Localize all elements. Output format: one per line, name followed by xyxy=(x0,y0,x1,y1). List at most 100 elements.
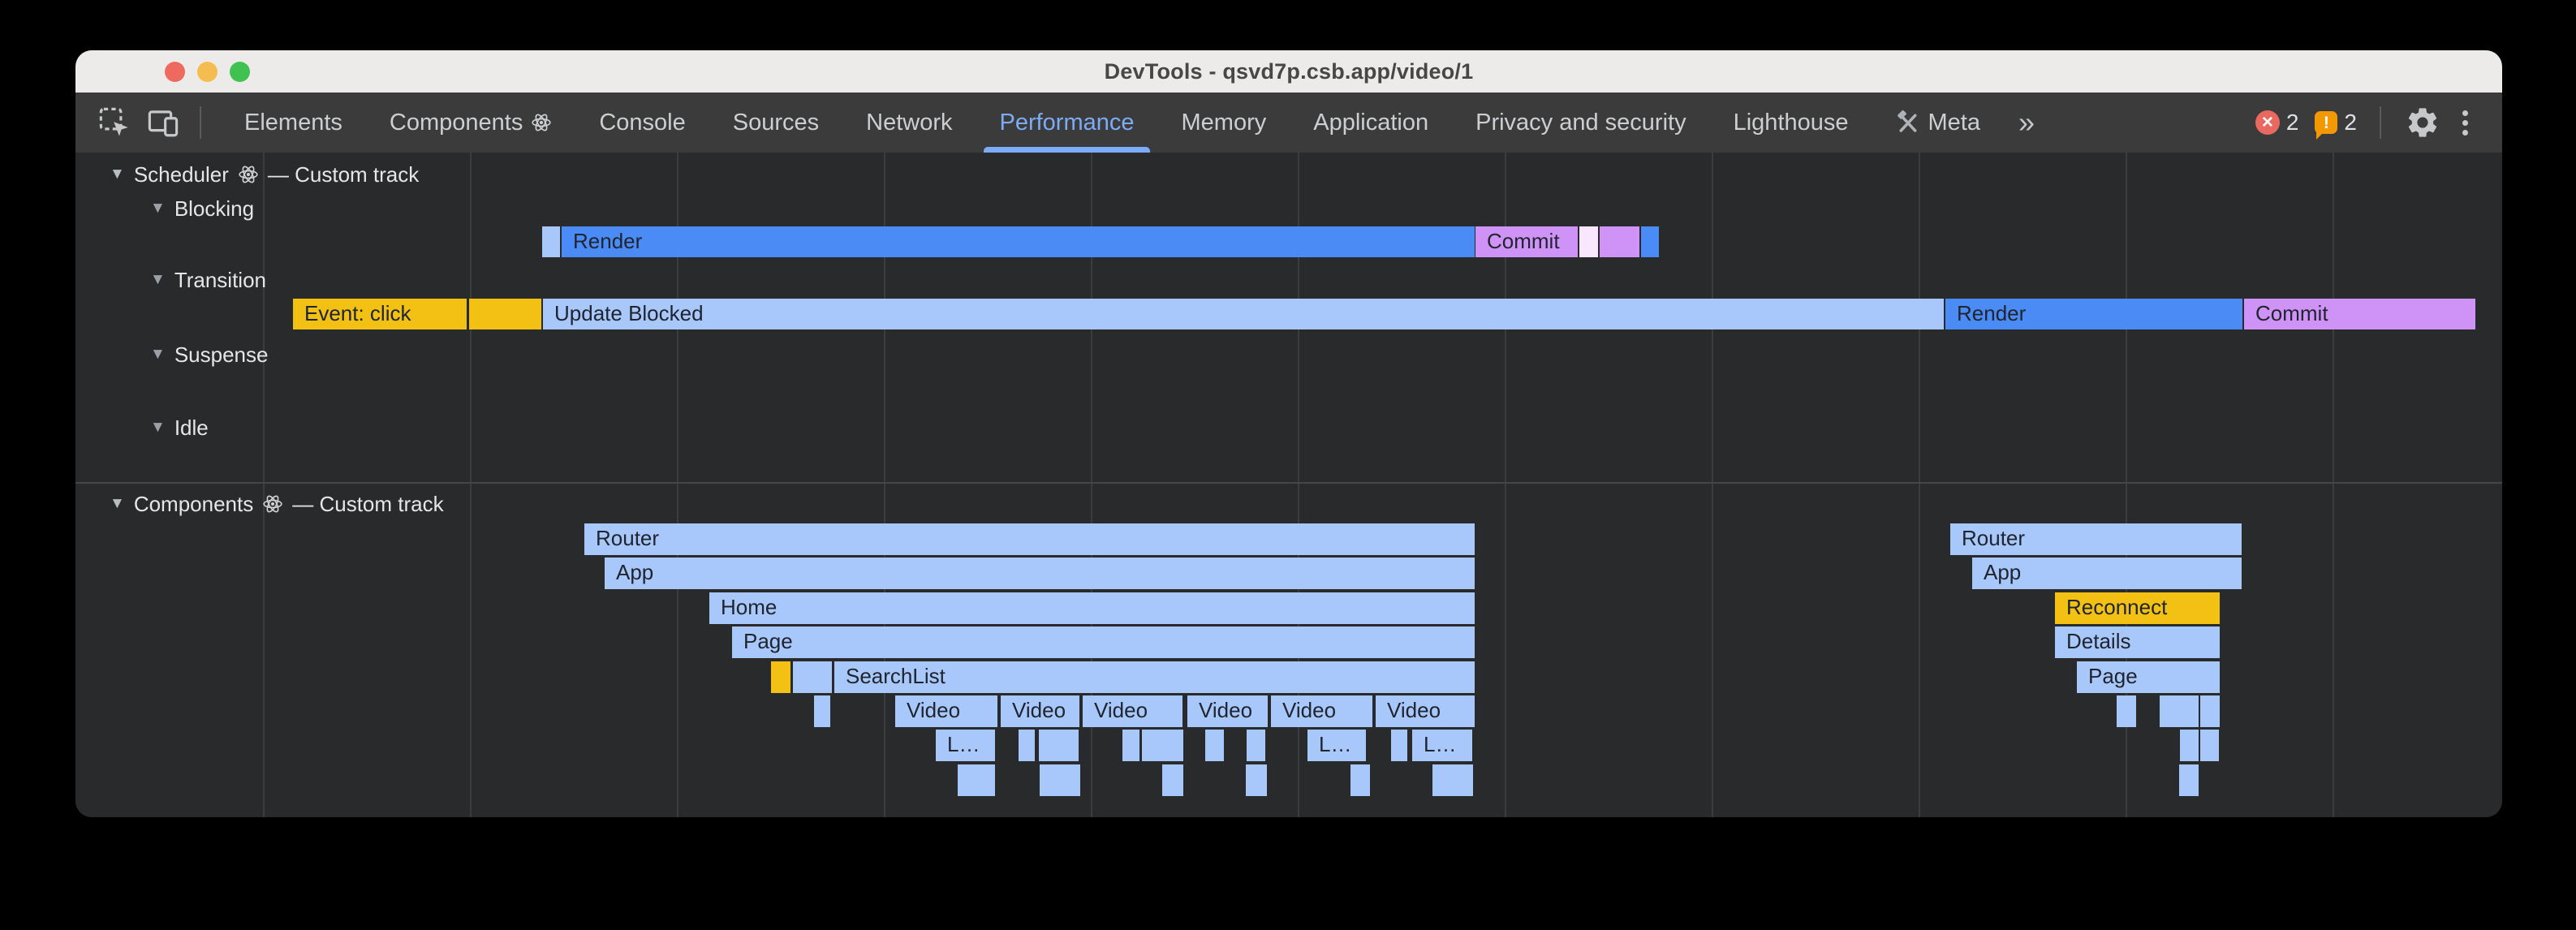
toolbar-separator xyxy=(200,106,201,139)
subtrack-blocking[interactable]: ▼Blocking xyxy=(150,192,254,225)
device-toolbar-icon[interactable] xyxy=(144,104,182,141)
perf-bar[interactable] xyxy=(1205,730,1224,761)
gridline xyxy=(1712,153,1713,817)
tab-console[interactable]: Console xyxy=(575,93,709,153)
perf-bar[interactable] xyxy=(1579,226,1598,257)
tab-performance[interactable]: Performance xyxy=(976,93,1157,153)
perf-bar-video[interactable]: Video xyxy=(1187,695,1268,727)
perf-bar-video[interactable]: Video xyxy=(1271,695,1372,727)
perf-bar-page[interactable]: Page xyxy=(732,626,1475,658)
perf-bar-video[interactable]: Video xyxy=(895,695,997,727)
perf-bar[interactable] xyxy=(2180,730,2199,761)
perf-bar[interactable] xyxy=(2200,695,2220,727)
track-suffix: — Custom track xyxy=(268,162,419,187)
close-window-button[interactable] xyxy=(165,62,185,82)
toolbar-left-icons xyxy=(96,93,221,153)
perf-bar[interactable] xyxy=(793,661,832,693)
tab-application[interactable]: Application xyxy=(1290,93,1452,153)
disclosure-triangle-icon[interactable]: ▼ xyxy=(150,271,166,289)
perf-bar[interactable] xyxy=(771,661,790,693)
disclosure-triangle-icon[interactable]: ▼ xyxy=(110,166,125,183)
performance-timeline[interactable]: ▼Scheduler— Custom track▼Blocking▼Transi… xyxy=(75,153,2502,817)
tab-meta[interactable]: Meta xyxy=(1872,93,2004,153)
subtrack-idle[interactable]: ▼Idle xyxy=(150,411,209,444)
perf-bar-details[interactable]: Details xyxy=(2055,626,2220,658)
perf-bar[interactable] xyxy=(1122,730,1139,761)
disclosure-triangle-icon[interactable]: ▼ xyxy=(150,419,166,437)
tab-memory[interactable]: Memory xyxy=(1158,93,1290,153)
traffic-lights xyxy=(165,50,250,93)
perf-bar-commit[interactable]: Commit xyxy=(1475,226,1578,257)
perf-bar-reconnect[interactable]: Reconnect xyxy=(2055,592,2220,624)
toolbar-separator xyxy=(2380,106,2381,139)
warning-count: 2 xyxy=(2344,110,2357,136)
more-tabs-button[interactable]: » xyxy=(2004,93,2049,153)
perf-bar-home[interactable]: Home xyxy=(709,592,1475,624)
perf-bar-event-click[interactable]: Event: click xyxy=(293,299,467,329)
perf-bar[interactable] xyxy=(814,695,830,727)
devtools-toolbar: ElementsComponentsConsoleSourcesNetworkP… xyxy=(75,93,2502,153)
tab-lighthouse[interactable]: Lighthouse xyxy=(1710,93,1872,153)
subtrack-transition[interactable]: ▼ Transition xyxy=(150,264,266,296)
perf-bar-update-blocked[interactable]: Update Blocked xyxy=(543,299,1944,329)
more-options-menu-icon[interactable] xyxy=(2458,110,2473,136)
perf-bar[interactable] xyxy=(1600,226,1639,257)
tab-components[interactable]: Components xyxy=(366,93,575,153)
maximize-window-button[interactable] xyxy=(230,62,250,82)
perf-bar-page[interactable]: Page xyxy=(2077,661,2220,693)
titlebar[interactable]: DevTools - qsvd7p.csb.app/video/1 xyxy=(75,50,2502,93)
tab-privacy-and-security[interactable]: Privacy and security xyxy=(1452,93,1710,153)
perf-bar[interactable] xyxy=(958,764,995,796)
disclosure-triangle-icon[interactable]: ▼ xyxy=(150,200,166,217)
perf-bar[interactable] xyxy=(542,226,560,257)
tab-elements[interactable]: Elements xyxy=(221,93,366,153)
settings-gear-icon[interactable] xyxy=(2404,104,2441,141)
track-name: Transition xyxy=(174,268,266,293)
perf-bar[interactable] xyxy=(1641,226,1659,257)
perf-bar[interactable] xyxy=(1247,730,1265,761)
perf-bar[interactable] xyxy=(2200,730,2219,761)
perf-bar-video[interactable]: Video xyxy=(1001,695,1079,727)
perf-bar-render[interactable]: Render xyxy=(562,226,1475,257)
warning-badge[interactable]: ! 2 xyxy=(2315,110,2357,136)
disclosure-triangle-icon[interactable]: ▼ xyxy=(150,346,166,364)
perf-bar-commit[interactable]: Commit xyxy=(2244,299,2475,329)
perf-bar[interactable] xyxy=(1162,764,1183,796)
perf-bar[interactable] xyxy=(1019,730,1035,761)
minimize-window-button[interactable] xyxy=(197,62,218,82)
tab-sources[interactable]: Sources xyxy=(709,93,842,153)
track-header-scheduler[interactable]: ▼Scheduler— Custom track xyxy=(110,158,419,191)
disclosure-triangle-icon[interactable]: ▼ xyxy=(110,495,125,513)
perf-bar[interactable] xyxy=(1432,764,1473,796)
perf-bar[interactable] xyxy=(1040,764,1080,796)
perf-bar[interactable] xyxy=(1350,764,1370,796)
perf-bar[interactable] xyxy=(2117,695,2136,727)
inspect-element-icon[interactable] xyxy=(96,104,133,141)
tab-network[interactable]: Network xyxy=(842,93,976,153)
perf-bar-app[interactable]: App xyxy=(605,558,1475,589)
track-header-components[interactable]: ▼Components— Custom track xyxy=(110,488,444,520)
subtrack-suspense[interactable]: ▼Suspense xyxy=(150,338,268,371)
perf-bar-app[interactable]: App xyxy=(1972,558,2242,589)
perf-bar-router[interactable]: Router xyxy=(584,523,1475,555)
perf-bar-l-[interactable]: L… xyxy=(1307,730,1366,761)
perf-bar[interactable] xyxy=(1391,730,1407,761)
perf-bar-router[interactable]: Router xyxy=(1950,523,2242,555)
perf-bar-l-[interactable]: L… xyxy=(936,730,995,761)
perf-bar-render[interactable]: Render xyxy=(1945,299,2242,329)
perf-bar[interactable] xyxy=(1039,730,1079,761)
perf-bar[interactable] xyxy=(2160,695,2199,727)
error-badge[interactable]: × 2 xyxy=(2255,110,2299,136)
panel-tabs: ElementsComponentsConsoleSourcesNetworkP… xyxy=(221,93,2004,153)
track-name: Components xyxy=(134,492,253,517)
gridline xyxy=(1919,153,1920,817)
perf-bar[interactable] xyxy=(1246,764,1267,796)
perf-bar-video[interactable]: Video xyxy=(1083,695,1182,727)
gridline xyxy=(263,153,265,817)
perf-bar-searchlist[interactable]: SearchList xyxy=(834,661,1475,693)
perf-bar-video[interactable]: Video xyxy=(1376,695,1475,727)
perf-bar[interactable] xyxy=(1142,730,1183,761)
perf-bar[interactable] xyxy=(469,299,541,329)
perf-bar-l-[interactable]: L… xyxy=(1412,730,1472,761)
perf-bar[interactable] xyxy=(2179,764,2199,796)
